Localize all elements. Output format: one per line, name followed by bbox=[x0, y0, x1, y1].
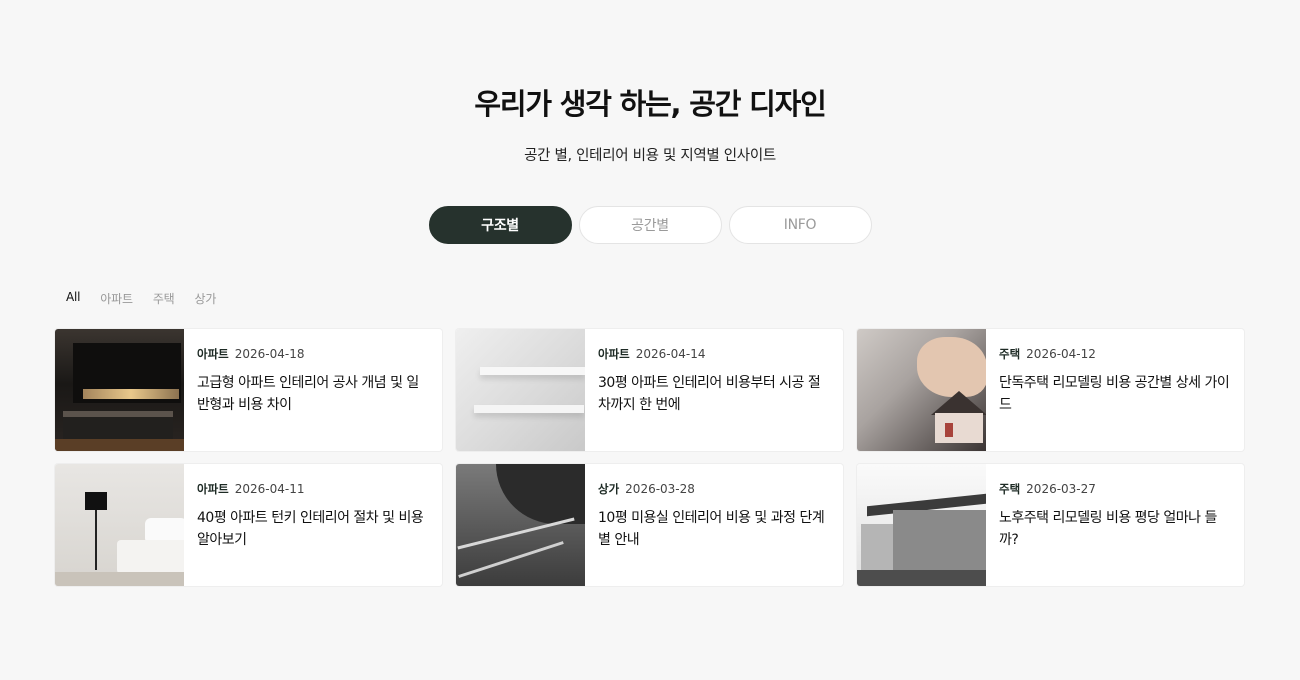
article-meta: 주택 2026-04-12 bbox=[999, 346, 1232, 362]
article-card[interactable]: 상가 2026-03-28 10평 미용실 인테리어 비용 및 과정 단계별 안… bbox=[456, 464, 843, 586]
article-category: 주택 bbox=[999, 482, 1021, 496]
article-thumbnail-old-house bbox=[857, 464, 986, 586]
filter-apartment[interactable]: 아파트 bbox=[100, 290, 133, 307]
article-meta: 아파트 2026-04-18 bbox=[197, 346, 430, 362]
article-card[interactable]: 주택 2026-03-27 노후주택 리모델링 비용 평당 얼마나 들까? bbox=[857, 464, 1244, 586]
article-meta: 아파트 2026-04-11 bbox=[197, 481, 430, 497]
article-card-body: 아파트 2026-04-18 고급형 아파트 인테리어 공사 개념 및 일반형과… bbox=[184, 329, 442, 451]
article-thumbnail-bedroom bbox=[55, 464, 184, 586]
article-meta: 상가 2026-03-28 bbox=[598, 481, 831, 497]
page-title: 우리가 생각 하는, 공간 디자인 bbox=[474, 87, 826, 121]
article-title[interactable]: 단독주택 리모델링 비용 공간별 상세 가이드 bbox=[999, 372, 1232, 416]
filter-all[interactable]: All bbox=[66, 290, 80, 307]
article-date: 2026-04-14 bbox=[635, 347, 706, 361]
tab-info[interactable]: INFO bbox=[728, 206, 872, 244]
article-meta: 주택 2026-03-27 bbox=[999, 481, 1232, 497]
article-date: 2026-03-28 bbox=[625, 482, 695, 496]
filter-commercial[interactable]: 상가 bbox=[195, 290, 217, 307]
article-category: 주택 bbox=[999, 347, 1021, 361]
article-card-body: 주택 2026-03-27 노후주택 리모델링 비용 평당 얼마나 들까? bbox=[986, 464, 1244, 586]
article-card-body: 아파트 2026-04-11 40평 아파트 턴키 인테리어 절차 및 비용 알… bbox=[184, 464, 442, 586]
article-date: 2026-04-11 bbox=[234, 482, 305, 496]
hero-section: 우리가 생각 하는, 공간 디자인 공간 별, 인테리어 비용 및 지역별 인사… bbox=[0, 84, 1300, 165]
article-thumbnail-salon-tools bbox=[456, 464, 585, 586]
article-category: 아파트 bbox=[197, 482, 229, 496]
article-card[interactable]: 아파트 2026-04-18 고급형 아파트 인테리어 공사 개념 및 일반형과… bbox=[55, 329, 442, 451]
article-thumbnail-shelves bbox=[456, 329, 585, 451]
article-date: 2026-03-27 bbox=[1026, 482, 1096, 496]
page: 우리가 생각 하는, 공간 디자인 공간 별, 인테리어 비용 및 지역별 인사… bbox=[0, 0, 1300, 680]
article-date: 2026-04-12 bbox=[1026, 347, 1096, 361]
article-category: 상가 bbox=[598, 482, 620, 496]
filter-house[interactable]: 주택 bbox=[153, 290, 175, 307]
article-card-body: 상가 2026-03-28 10평 미용실 인테리어 비용 및 과정 단계별 안… bbox=[585, 464, 843, 586]
article-card[interactable]: 아파트 2026-04-14 30평 아파트 인테리어 비용부터 시공 절차까지… bbox=[456, 329, 843, 451]
page-subtitle: 공간 별, 인테리어 비용 및 지역별 인사이트 bbox=[524, 148, 776, 164]
article-category: 아파트 bbox=[598, 347, 630, 361]
article-card-body: 주택 2026-04-12 단독주택 리모델링 비용 공간별 상세 가이드 bbox=[986, 329, 1244, 451]
article-thumbnail-kitchen bbox=[55, 329, 184, 451]
article-title[interactable]: 10평 미용실 인테리어 비용 및 과정 단계별 안내 bbox=[598, 507, 831, 551]
article-meta: 아파트 2026-04-14 bbox=[598, 346, 831, 362]
segment-tabs: 구조별 공간별 INFO bbox=[0, 206, 1300, 244]
tab-structure[interactable]: 구조별 bbox=[428, 206, 572, 244]
article-date: 2026-04-18 bbox=[234, 347, 305, 361]
article-title[interactable]: 30평 아파트 인테리어 비용부터 시공 절차까지 한 번에 bbox=[598, 372, 831, 416]
article-thumbnail-house-model bbox=[857, 329, 986, 451]
article-card-body: 아파트 2026-04-14 30평 아파트 인테리어 비용부터 시공 절차까지… bbox=[585, 329, 843, 451]
article-title[interactable]: 40평 아파트 턴키 인테리어 절차 및 비용 알아보기 bbox=[197, 507, 430, 551]
article-title[interactable]: 노후주택 리모델링 비용 평당 얼마나 들까? bbox=[999, 507, 1232, 551]
article-card[interactable]: 아파트 2026-04-11 40평 아파트 턴키 인테리어 절차 및 비용 알… bbox=[55, 464, 442, 586]
category-filters: All 아파트 주택 상가 bbox=[66, 290, 216, 307]
article-card[interactable]: 주택 2026-04-12 단독주택 리모델링 비용 공간별 상세 가이드 bbox=[857, 329, 1244, 451]
tab-space[interactable]: 공간별 bbox=[578, 206, 722, 244]
article-category: 아파트 bbox=[197, 347, 229, 361]
article-title[interactable]: 고급형 아파트 인테리어 공사 개념 및 일반형과 비용 차이 bbox=[197, 372, 430, 416]
article-grid: 아파트 2026-04-18 고급형 아파트 인테리어 공사 개념 및 일반형과… bbox=[55, 329, 1244, 586]
